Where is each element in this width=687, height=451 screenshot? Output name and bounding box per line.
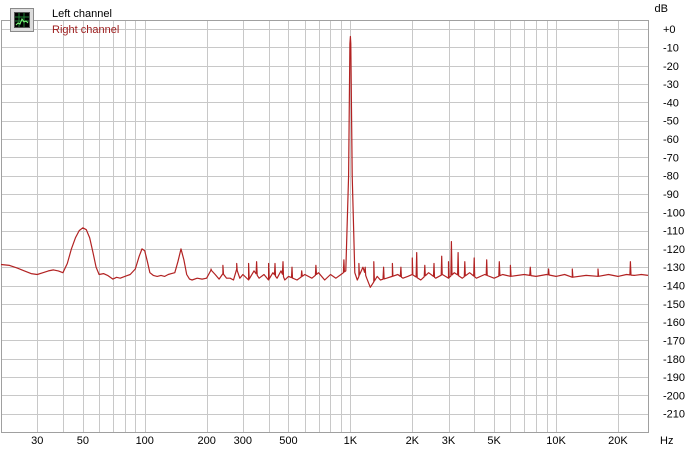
spectrum-chart: +0 -10 -20 -30 -40 -50 -60 -70 -80 -90 -100 -110 -12…	[0, 0, 687, 451]
y-tick-label: -80	[663, 171, 679, 183]
legend-item-left-channel: Left channel	[52, 7, 112, 21]
x-tick-label: 30	[31, 435, 43, 447]
y-tick-label: -20	[663, 61, 679, 73]
x-tick-label: 20K	[608, 435, 628, 447]
y-tick-label: -160	[663, 317, 685, 329]
y-tick-label: -140	[663, 281, 685, 293]
y-tick-label: -50	[663, 116, 679, 128]
grid-lines	[1, 20, 648, 432]
x-tick-label: 50	[77, 435, 89, 447]
x-tick-label: 3K	[442, 435, 456, 447]
y-tick-label: -130	[663, 262, 685, 274]
y-tick-label: -200	[663, 390, 685, 402]
y-tick-label: -60	[663, 134, 679, 146]
y-tick-label: -10	[663, 42, 679, 54]
y-tick-label: -90	[663, 189, 679, 201]
y-tick-label: -70	[663, 152, 679, 164]
y-tick-label: -120	[663, 244, 685, 256]
plot-frame	[1, 20, 649, 433]
x-tick-label: 300	[234, 435, 252, 447]
x-tick-label: 100	[136, 435, 154, 447]
y-tick-label: -190	[663, 372, 685, 384]
x-tick-label: 5K	[487, 435, 501, 447]
x-tick-label: 500	[279, 435, 297, 447]
legend-item-right-channel: Right channel	[52, 23, 119, 37]
legend-label-left-channel: Left channel	[52, 8, 112, 20]
y-tick-labels: +0 -10 -20 -30 -40 -50 -60 -70 -80 -90 -100 -110 -12…	[663, 24, 685, 421]
x-tick-label: 2K	[406, 435, 420, 447]
spectrum-analyzer-icon	[10, 8, 34, 32]
y-tick-label: -30	[663, 79, 679, 91]
y-tick-label: -180	[663, 354, 685, 366]
y-tick-label: +0	[663, 24, 676, 36]
y-tick-label: -100	[663, 207, 685, 219]
x-tick-labels: 30 50 100 200 300 500 1K 2K 3K 5K 10K 20K	[31, 435, 628, 447]
x-tick-label: 1K	[344, 435, 358, 447]
x-tick-label: 10K	[546, 435, 566, 447]
y-tick-label: -150	[663, 299, 685, 311]
y-tick-label: -210	[663, 409, 685, 421]
x-unit-label: Hz	[660, 435, 673, 447]
y-unit-label: dB	[655, 3, 668, 15]
y-tick-label: -170	[663, 335, 685, 347]
x-tick-label: 200	[197, 435, 215, 447]
chart-canvas: +0 -10 -20 -30 -40 -50 -60 -70 -80 -90 -100 -110 -12…	[0, 3, 685, 447]
y-tick-label: -110	[663, 226, 684, 238]
plot-frame-rect	[1, 20, 649, 433]
legend-label-right-channel: Right channel	[52, 24, 120, 36]
y-tick-label: -40	[663, 97, 679, 109]
